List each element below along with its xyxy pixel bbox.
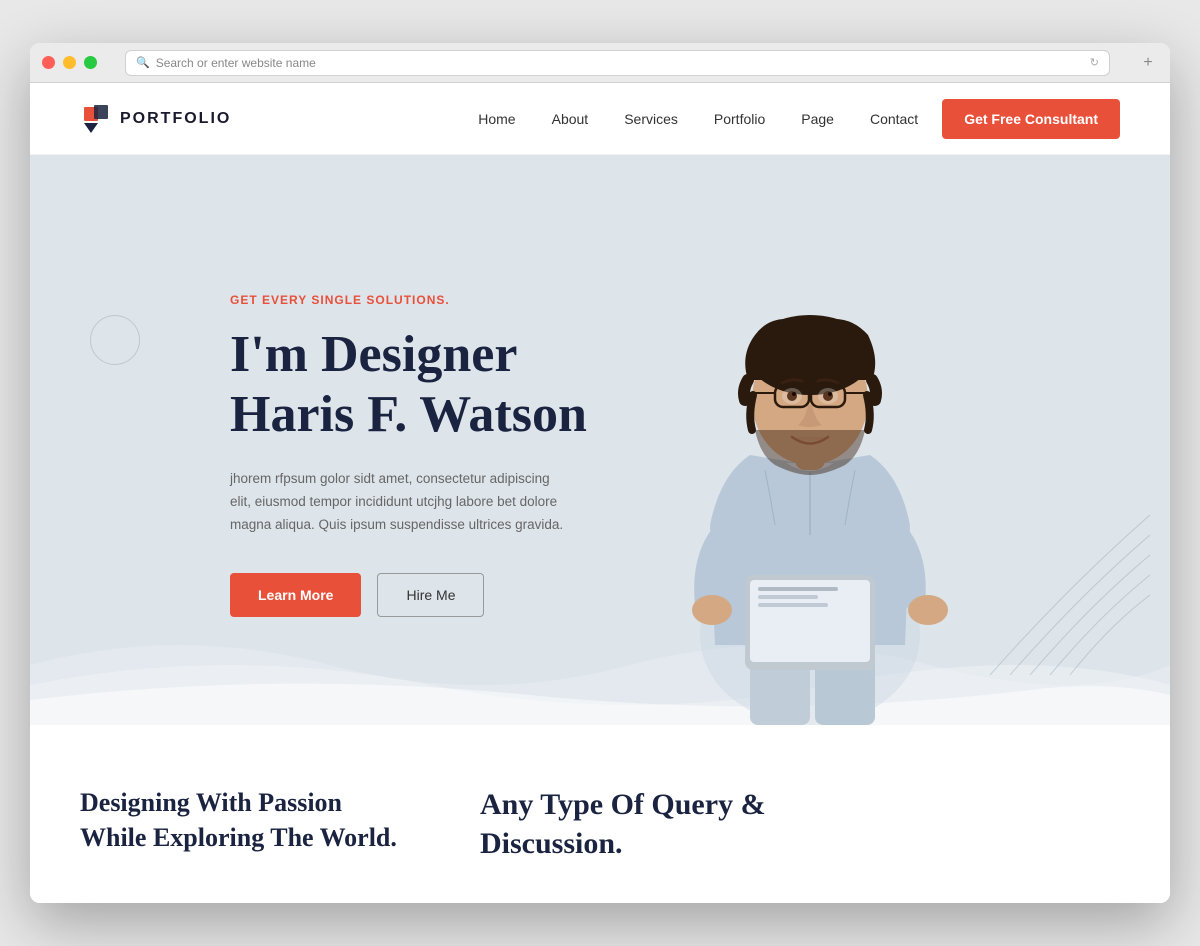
hero-eyebrow: GET EVERY SINGLE SOLUTIONS.	[230, 293, 587, 307]
website-content: PORTFOLIO Home About Services Portfolio …	[30, 83, 1170, 903]
search-icon: 🔍	[136, 56, 150, 69]
hero-title: I'm Designer Haris F. Watson	[230, 325, 587, 445]
browser-window: 🔍 Search or enter website name ↻ + PORTF…	[30, 43, 1170, 903]
address-bar[interactable]: 🔍 Search or enter website name ↻	[125, 50, 1110, 76]
maximize-button[interactable]	[84, 56, 97, 69]
learn-more-button[interactable]: Learn More	[230, 573, 361, 617]
hero-description: jhorem rfpsum golor sidt amet, consectet…	[230, 468, 570, 537]
navbar: PORTFOLIO Home About Services Portfolio …	[30, 83, 1170, 155]
nav-about[interactable]: About	[552, 111, 589, 127]
hero-title-line2: Haris F. Watson	[230, 386, 587, 443]
logo[interactable]: PORTFOLIO	[80, 103, 231, 135]
hero-person-image	[610, 205, 1010, 725]
refresh-icon[interactable]: ↻	[1090, 56, 1099, 69]
logo-icon	[80, 103, 112, 135]
minimize-button[interactable]	[63, 56, 76, 69]
hero-section: GET EVERY SINGLE SOLUTIONS. I'm Designer…	[30, 155, 1170, 725]
nav-page[interactable]: Page	[801, 111, 834, 127]
close-button[interactable]	[42, 56, 55, 69]
nav-contact[interactable]: Contact	[870, 111, 918, 127]
bottom-section: Designing With Passion While Exploring T…	[30, 725, 1170, 903]
add-tab-button[interactable]: +	[1138, 53, 1158, 73]
nav-home[interactable]: Home	[478, 111, 515, 127]
hire-me-button[interactable]: Hire Me	[377, 573, 484, 617]
bottom-right-title: Any Type Of Query & Discussion.	[480, 785, 800, 863]
bottom-left: Designing With Passion While Exploring T…	[80, 785, 400, 855]
get-consultant-button[interactable]: Get Free Consultant	[942, 99, 1120, 139]
hero-content: GET EVERY SINGLE SOLUTIONS. I'm Designer…	[30, 263, 587, 617]
bottom-left-title: Designing With Passion While Exploring T…	[80, 785, 400, 855]
nav-services[interactable]: Services	[624, 111, 678, 127]
logo-text: PORTFOLIO	[120, 110, 231, 128]
nav-portfolio[interactable]: Portfolio	[714, 111, 765, 127]
bottom-right: Any Type Of Query & Discussion.	[480, 785, 800, 863]
nav-links: Home About Services Portfolio Page Conta…	[478, 111, 918, 127]
hero-buttons: Learn More Hire Me	[230, 573, 587, 617]
address-text: Search or enter website name	[156, 56, 1084, 70]
hero-title-line1: I'm Designer	[230, 326, 517, 383]
person-figure-svg	[630, 215, 990, 725]
browser-titlebar: 🔍 Search or enter website name ↻ +	[30, 43, 1170, 83]
